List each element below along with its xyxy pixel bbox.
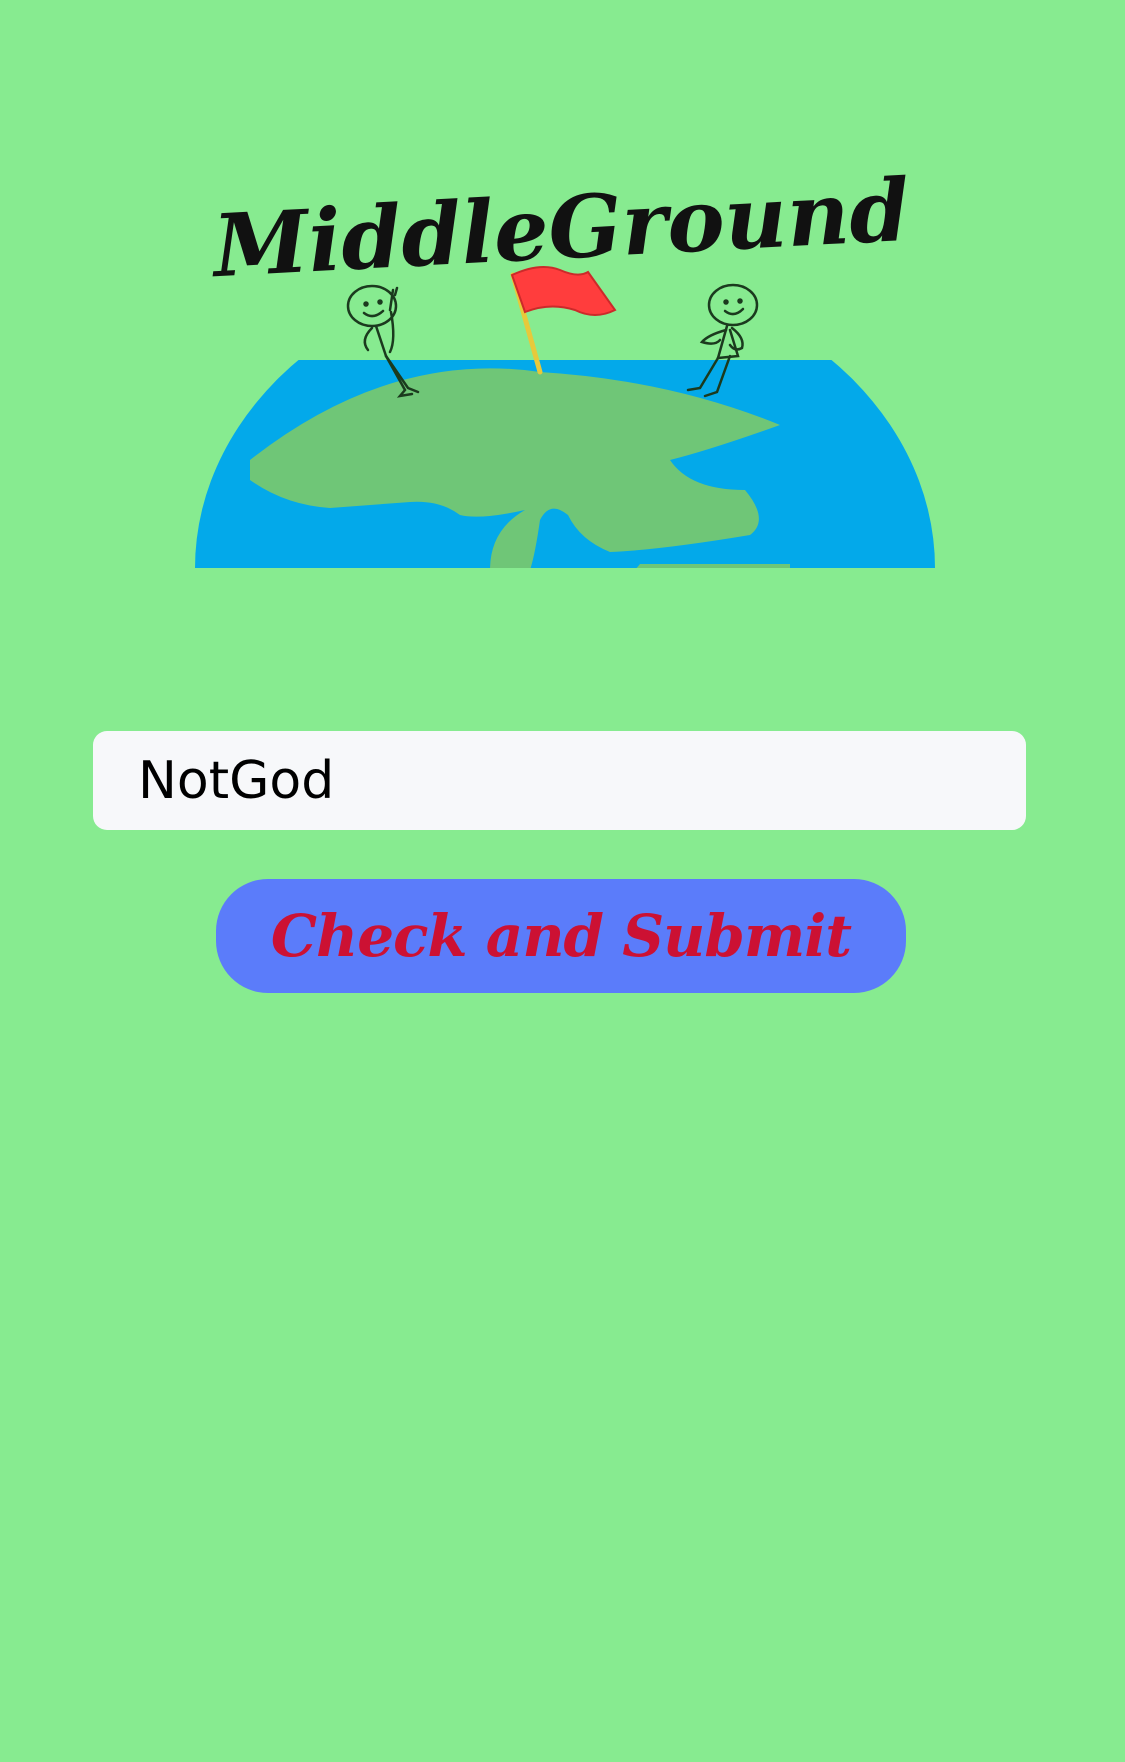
username-value: NotGod xyxy=(138,750,335,811)
flag-icon xyxy=(510,265,617,375)
middleground-logo: MiddleGround xyxy=(190,160,935,570)
check-and-submit-button[interactable]: Check and Submit xyxy=(216,879,906,993)
globe-icon xyxy=(195,360,935,568)
submit-button-label: Check and Submit xyxy=(270,902,852,970)
username-field[interactable]: NotGod xyxy=(93,731,1026,830)
